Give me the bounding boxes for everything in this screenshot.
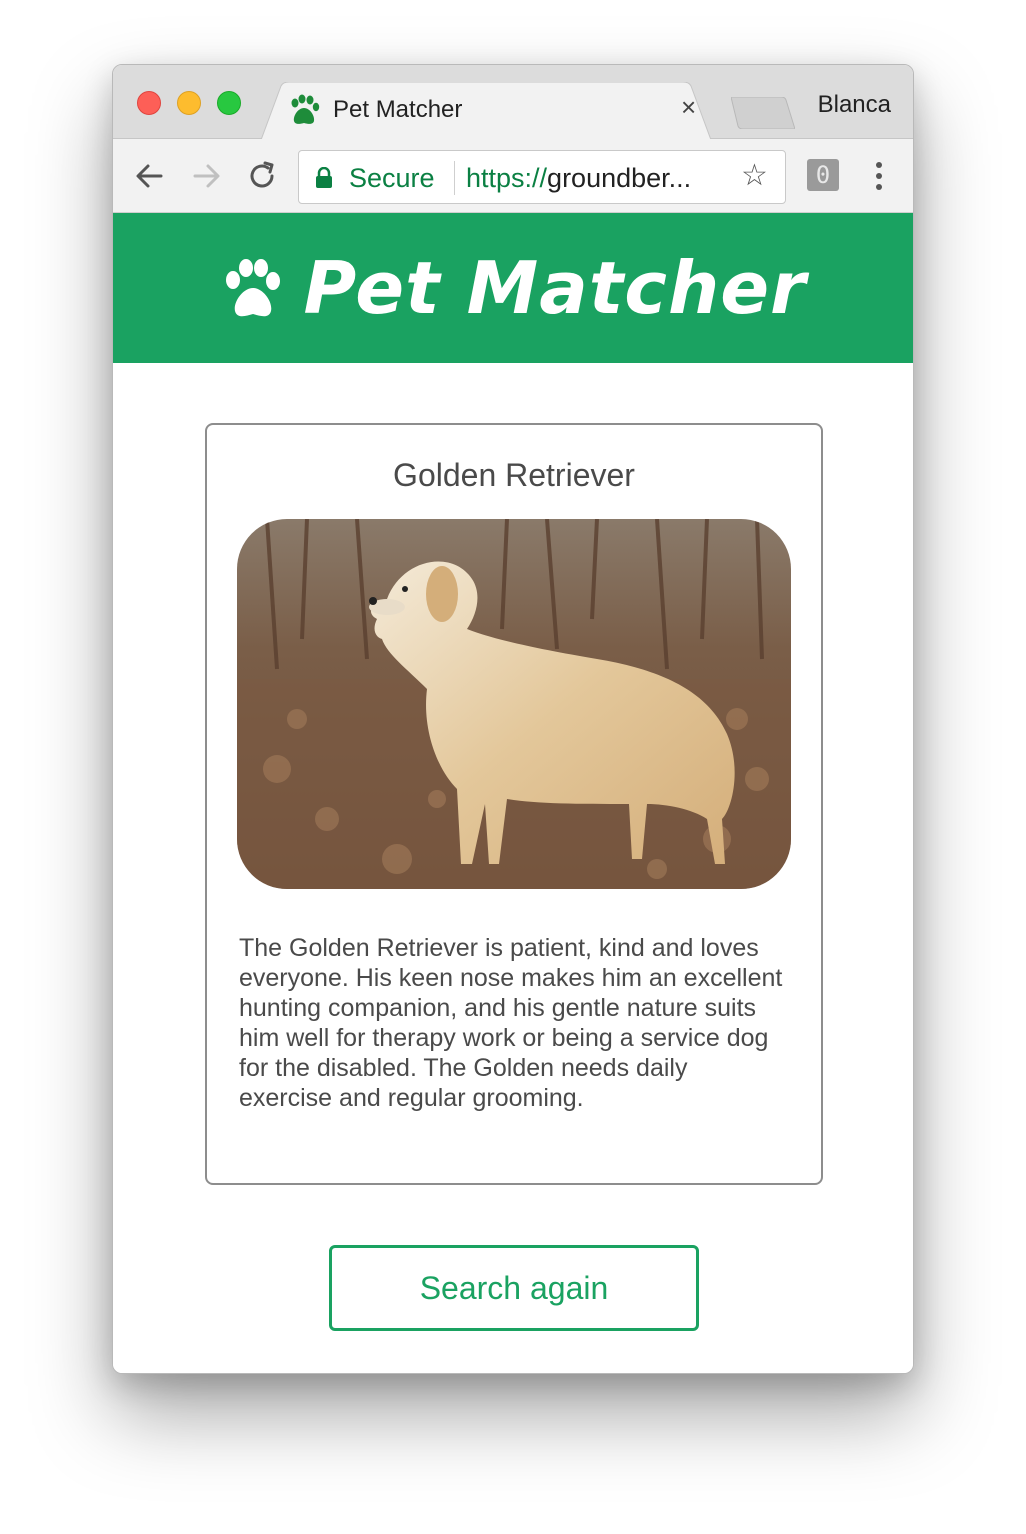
address-divider bbox=[454, 161, 455, 195]
app-header: Pet Matcher bbox=[113, 213, 913, 363]
dog-photo bbox=[237, 519, 791, 889]
paw-icon bbox=[226, 259, 281, 317]
new-tab-button[interactable] bbox=[731, 97, 795, 129]
close-window-button[interactable] bbox=[137, 91, 161, 115]
close-tab-icon[interactable]: × bbox=[681, 94, 696, 120]
reload-icon[interactable] bbox=[243, 157, 281, 195]
security-label: Secure bbox=[349, 163, 435, 193]
address-bar[interactable]: Secure https://groundber... ☆ bbox=[298, 150, 786, 204]
minimize-window-button[interactable] bbox=[177, 91, 201, 115]
browser-toolbar: Secure https://groundber... ☆ 0 bbox=[113, 139, 913, 213]
lock-icon bbox=[316, 167, 332, 188]
forward-arrow-icon[interactable] bbox=[187, 157, 225, 195]
extension-badge: 0 bbox=[815, 161, 831, 189]
profile-name[interactable]: Blanca bbox=[818, 91, 891, 119]
browser-window: Pet Matcher × Blanca Secure https://grou… bbox=[112, 64, 914, 1374]
browser-menu-icon[interactable] bbox=[871, 157, 887, 195]
tab-strip: Pet Matcher × Blanca bbox=[113, 65, 913, 140]
url-host: groundber... bbox=[547, 163, 692, 193]
bookmark-star-icon[interactable]: ☆ bbox=[741, 161, 768, 191]
url-text[interactable]: https://groundber... bbox=[466, 163, 691, 194]
app-title: Pet Matcher bbox=[303, 246, 807, 330]
tab-pet-matcher[interactable]: Pet Matcher × bbox=[261, 82, 711, 140]
zoom-window-button[interactable] bbox=[217, 91, 241, 115]
tab-title: Pet Matcher bbox=[333, 96, 463, 123]
paw-icon bbox=[291, 94, 320, 124]
url-scheme: https:// bbox=[466, 163, 548, 193]
back-arrow-icon[interactable] bbox=[131, 157, 169, 195]
result-card: Golden Retriever The Golden Retriever is… bbox=[205, 423, 823, 1185]
page-content: Pet Matcher Golden Retriever The Golden … bbox=[113, 213, 913, 1373]
breed-description: The Golden Retriever is patient, kind an… bbox=[239, 934, 783, 1112]
breed-title: Golden Retriever bbox=[393, 457, 635, 493]
extension-icon[interactable]: 0 bbox=[807, 159, 839, 191]
search-again-button[interactable]: Search again bbox=[329, 1245, 699, 1331]
